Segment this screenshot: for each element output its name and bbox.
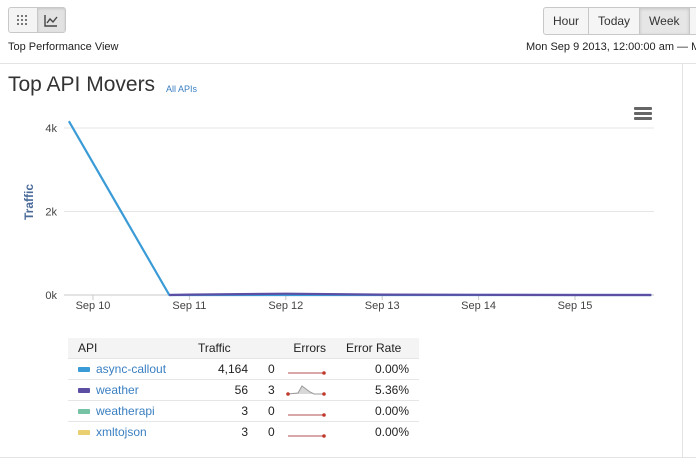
x-tick-label: Sep 13 [365,300,400,312]
chart-grid [64,127,654,296]
x-tick-label: Sep 12 [268,300,303,312]
y-axis-ticks: 4k 2k 0k [45,123,57,302]
api-cell: weather [68,379,188,401]
api-movers-table: API Traffic Errors Error Rate async-call… [68,338,419,442]
error-sparkline [288,413,326,417]
api-name-link[interactable]: weatherapi [96,404,155,418]
col-error-rate-header: Error Rate [336,338,419,359]
x-axis-ticks: Sep 10 Sep 11 Sep 12 Sep 13 Sep 14 Sep 15 [76,295,593,312]
table-row: async-callout 4,164 0 0.00% [68,358,419,380]
header-divider [0,63,696,64]
traffic-cell: 3 [188,421,258,442]
error-rate-cell: 5.36% [336,379,419,401]
date-range-label: Mon Sep 9 2013, 12:00:00 am — M [526,41,696,53]
y-tick-label: 2k [45,207,57,219]
error-rate-cell: 0.00% [336,358,419,380]
traffic-cell: 3 [188,400,258,422]
api-name-link[interactable]: async-callout [96,362,166,376]
y-tick-label: 0k [45,290,57,302]
range-month-button[interactable]: M [688,8,696,34]
x-tick-label: Sep 15 [558,300,593,312]
range-week-button[interactable]: Week [639,8,689,34]
errors-count: 0 [268,404,275,418]
y-tick-label: 4k [45,123,57,135]
panel-right-divider [682,64,683,457]
series-lines [67,120,652,297]
chart-view-button[interactable] [36,8,65,32]
errors-cell: 0 [258,400,336,422]
series-line-async-callout [67,120,652,297]
error-rate-cell: 0.00% [336,400,419,422]
errors-cell: 0 [258,421,336,442]
panel-title: Top API Movers [8,73,156,96]
all-apis-link[interactable]: All APIs [166,84,197,94]
range-hour-button[interactable]: Hour [544,8,588,34]
grid-view-button[interactable] [9,8,37,32]
api-cell: async-callout [68,358,188,380]
col-api-header: API [68,338,188,359]
traffic-cell: 56 [188,379,258,401]
table-header-row: API Traffic Errors Error Rate [68,338,419,359]
errors-count: 0 [268,425,275,439]
traffic-chart: 4k2k0k Sep 10 Sep 11 Sep 12 Sep 13 Sep 14 Sep… [22,120,654,312]
line-chart-icon [44,14,58,27]
errors-count: 3 [268,383,275,397]
x-tick-label: Sep 14 [461,300,496,312]
api-cell: weatherapi [68,400,188,422]
page-label: Top Performance View [8,41,119,53]
api-cell: xmltojson [68,421,188,442]
series-color-swatch [78,409,90,415]
series-color-swatch [78,388,90,394]
col-traffic-header: Traffic [188,338,258,359]
time-range-selector: Hour Today Week M [543,7,696,35]
x-tick-label: Sep 11 [172,300,206,312]
y-axis-label: Traffic [22,184,36,220]
errors-cell: 3 [258,379,336,401]
col-errors-header: Errors [258,338,336,359]
series-line-weather [169,292,652,297]
errors-cell: 0 [258,358,336,380]
series-color-swatch [78,430,90,436]
error-sparkline [288,434,326,438]
error-rate-cell: 0.00% [336,421,419,442]
view-toggle [8,7,66,33]
api-name-link[interactable]: xmltojson [96,425,147,439]
x-tick-label: Sep 10 [76,300,111,312]
table-row: weatherapi 3 0 0.00% [68,400,419,422]
series-color-swatch [78,367,90,373]
range-today-button[interactable]: Today [588,8,639,34]
table-row: weather 56 3 5.36% [68,379,419,401]
api-name-link[interactable]: weather [96,383,139,397]
table-row: xmltojson 3 0 0.00% [68,421,419,442]
errors-count: 0 [268,362,275,376]
error-sparkline [288,371,326,375]
traffic-cell: 4,164 [188,358,258,380]
footer-divider [0,457,696,458]
grid-icon [16,15,27,25]
error-sparkline [286,385,326,396]
